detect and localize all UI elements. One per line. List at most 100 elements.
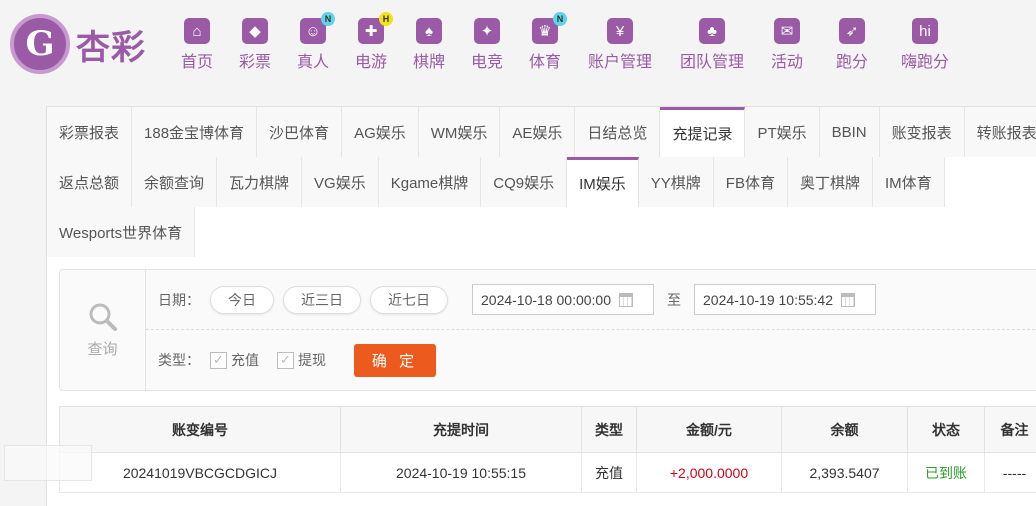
- today-button[interactable]: 今日: [210, 286, 274, 314]
- tab-item[interactable]: 返点总额: [47, 157, 132, 207]
- nav-item-8[interactable]: ♣ 团队管理: [666, 18, 758, 72]
- tab-item[interactable]: VG娱乐: [302, 157, 379, 207]
- tab-item[interactable]: 瓦力棋牌: [217, 157, 302, 207]
- tab-item[interactable]: 余额查询: [132, 157, 217, 207]
- tab-item[interactable]: Wesports世界体育: [47, 207, 195, 257]
- query-block[interactable]: 查询: [60, 270, 146, 390]
- column-header[interactable]: 充提时间: [341, 407, 582, 453]
- table-cell: 充值: [582, 453, 637, 493]
- table-header: 账变编号充提时间类型金额/元余额状态备注: [60, 407, 1036, 453]
- tab-item[interactable]: IM娱乐: [567, 157, 639, 207]
- tab-item[interactable]: FB体育: [714, 157, 788, 207]
- tab-item[interactable]: 沙巴体育: [257, 107, 342, 157]
- column-header[interactable]: 余额: [782, 407, 908, 453]
- last-7-days-button[interactable]: 近七日: [370, 286, 448, 314]
- end-date-input[interactable]: 2024-10-19 10:55:42: [694, 284, 876, 315]
- nav-item-2[interactable]: ☺N真人: [284, 18, 342, 72]
- nav-label: 真人: [297, 48, 329, 72]
- table-cell: 2,393.5407: [782, 453, 908, 493]
- nav-label: 活动: [771, 48, 803, 72]
- table-body: 20241019VBCGCDGICJ2024-10-19 10:55:15充值+…: [60, 453, 1036, 493]
- column-header[interactable]: 备注: [985, 407, 1036, 453]
- running-score-icon: ➶: [839, 18, 865, 44]
- tab-item[interactable]: 转账报表: [965, 107, 1036, 157]
- withdraw-label: 提现: [298, 350, 326, 370]
- withdraw-checkbox[interactable]: ✓ 提现: [277, 350, 326, 370]
- tab-item[interactable]: 充提记录: [660, 107, 745, 157]
- deposit-label: 充值: [231, 350, 259, 370]
- checkmark-icon: ✓: [210, 352, 227, 369]
- nav-label: 嗨跑分: [901, 48, 949, 72]
- nav-badge: N: [553, 12, 567, 26]
- tab-item[interactable]: PT娱乐: [745, 107, 819, 157]
- nav-item-5[interactable]: ✦ 电竞: [458, 18, 516, 72]
- nav-label: 体育: [529, 48, 561, 72]
- tab-item[interactable]: 奥丁棋牌: [788, 157, 873, 207]
- start-date-input[interactable]: 2024-10-18 00:00:00: [472, 284, 654, 315]
- column-header[interactable]: 金额/元: [637, 407, 782, 453]
- nav-item-1[interactable]: ◆ 彩票: [226, 18, 284, 72]
- start-date-value: 2024-10-18 00:00:00: [481, 292, 611, 308]
- gift-icon: ✉: [774, 18, 800, 44]
- tab-item[interactable]: WM娱乐: [419, 107, 501, 157]
- records-table: 账变编号充提时间类型金额/元余额状态备注 20241019VBCGCDGICJ2…: [59, 406, 1036, 493]
- watermark: [4, 445, 92, 481]
- cards-icon: ♠: [416, 18, 442, 44]
- nav-item-6[interactable]: ♛N体育: [516, 18, 574, 72]
- tab-item[interactable]: AG娱乐: [342, 107, 419, 157]
- query-label: 查询: [87, 338, 117, 359]
- nav-badge: N: [321, 12, 335, 26]
- date-row: 日期： 今日 近三日 近七日 2024-10-18 00:00:00 至 202…: [146, 270, 1036, 330]
- last-3-days-button[interactable]: 近三日: [283, 286, 361, 314]
- tab-row-2: 返点总额余额查询瓦力棋牌VG娱乐Kgame棋牌CQ9娱乐IM娱乐YY棋牌FB体育…: [47, 157, 945, 207]
- calendar-icon[interactable]: [841, 293, 855, 307]
- account-icon: ¥: [607, 18, 633, 44]
- nav-item-0[interactable]: ⌂首页: [168, 18, 226, 72]
- nav-label: 跑分: [836, 48, 868, 72]
- type-row: 类型： ✓ 充值 ✓ 提现 确 定: [146, 330, 1036, 390]
- nav-label: 电竞: [471, 48, 503, 72]
- nav-label: 团队管理: [680, 48, 744, 72]
- tab-item[interactable]: 日结总览: [575, 107, 660, 157]
- tab-item[interactable]: BBIN: [820, 107, 880, 157]
- checkmark-icon: ✓: [277, 352, 294, 369]
- tab-item[interactable]: 彩票报表: [47, 107, 132, 157]
- column-header[interactable]: 类型: [582, 407, 637, 453]
- nav-label: 首页: [181, 48, 213, 72]
- nav-label: 彩票: [239, 48, 271, 72]
- tab-item[interactable]: AE娱乐: [500, 107, 575, 157]
- column-header[interactable]: 状态: [908, 407, 985, 453]
- nav-item-10[interactable]: ➶ 跑分: [816, 18, 888, 72]
- logo-mark: G: [10, 14, 70, 74]
- nav-item-3[interactable]: ✚H电游: [342, 18, 400, 72]
- calendar-icon[interactable]: [619, 293, 633, 307]
- nav-item-4[interactable]: ♠棋牌: [400, 18, 458, 72]
- date-label: 日期：: [158, 290, 200, 310]
- table-cell: 已到账: [908, 453, 985, 493]
- nav-item-11[interactable]: hi嗨跑分: [888, 18, 962, 72]
- query-filter: 查询 日期： 今日 近三日 近七日 2024-10-18 00:00:00 至 …: [59, 269, 1036, 391]
- tab-item[interactable]: YY棋牌: [639, 157, 714, 207]
- tab-item[interactable]: CQ9娱乐: [481, 157, 567, 207]
- nav-item-9[interactable]: ✉ 活动: [758, 18, 816, 72]
- lottery-icon: ◆: [242, 18, 268, 44]
- date-range-separator: 至: [667, 290, 681, 310]
- report-panel: 彩票报表188金宝博体育沙巴体育AG娱乐WM娱乐AE娱乐日结总览充提记录PT娱乐…: [46, 106, 1036, 506]
- top-navigation-bar: G 杏彩 ⌂首页 ◆ 彩票 ☺N真人✚H电游♠棋牌 ✦ 电竞 ♛N体育¥账户管理 ♣ 团队管理 ✉…: [0, 0, 1036, 92]
- esports-icon: ✦: [474, 18, 500, 44]
- tab-row-1: 彩票报表188金宝博体育沙巴体育AG娱乐WM娱乐AE娱乐日结总览充提记录PT娱乐…: [47, 107, 1036, 157]
- table-row[interactable]: 20241019VBCGCDGICJ2024-10-19 10:55:15充值+…: [60, 453, 1036, 493]
- team-icon: ♣: [699, 18, 725, 44]
- confirm-button[interactable]: 确 定: [354, 344, 436, 377]
- tab-item[interactable]: 账变报表: [880, 107, 965, 157]
- nav-item-7[interactable]: ¥账户管理: [574, 18, 666, 72]
- deposit-checkbox[interactable]: ✓ 充值: [210, 350, 259, 370]
- tab-item[interactable]: 188金宝博体育: [132, 107, 257, 157]
- column-header[interactable]: 账变编号: [60, 407, 341, 453]
- site-logo[interactable]: G 杏彩: [10, 14, 160, 74]
- tab-item[interactable]: Kgame棋牌: [379, 157, 482, 207]
- main-nav: ⌂首页 ◆ 彩票 ☺N真人✚H电游♠棋牌 ✦ 电竞 ♛N体育¥账户管理 ♣ 团队管理 ✉ 活动 ➶ 跑分…: [168, 18, 962, 72]
- table-cell: -----: [985, 453, 1036, 493]
- tab-item[interactable]: IM体育: [873, 157, 945, 207]
- type-label: 类型：: [158, 350, 200, 370]
